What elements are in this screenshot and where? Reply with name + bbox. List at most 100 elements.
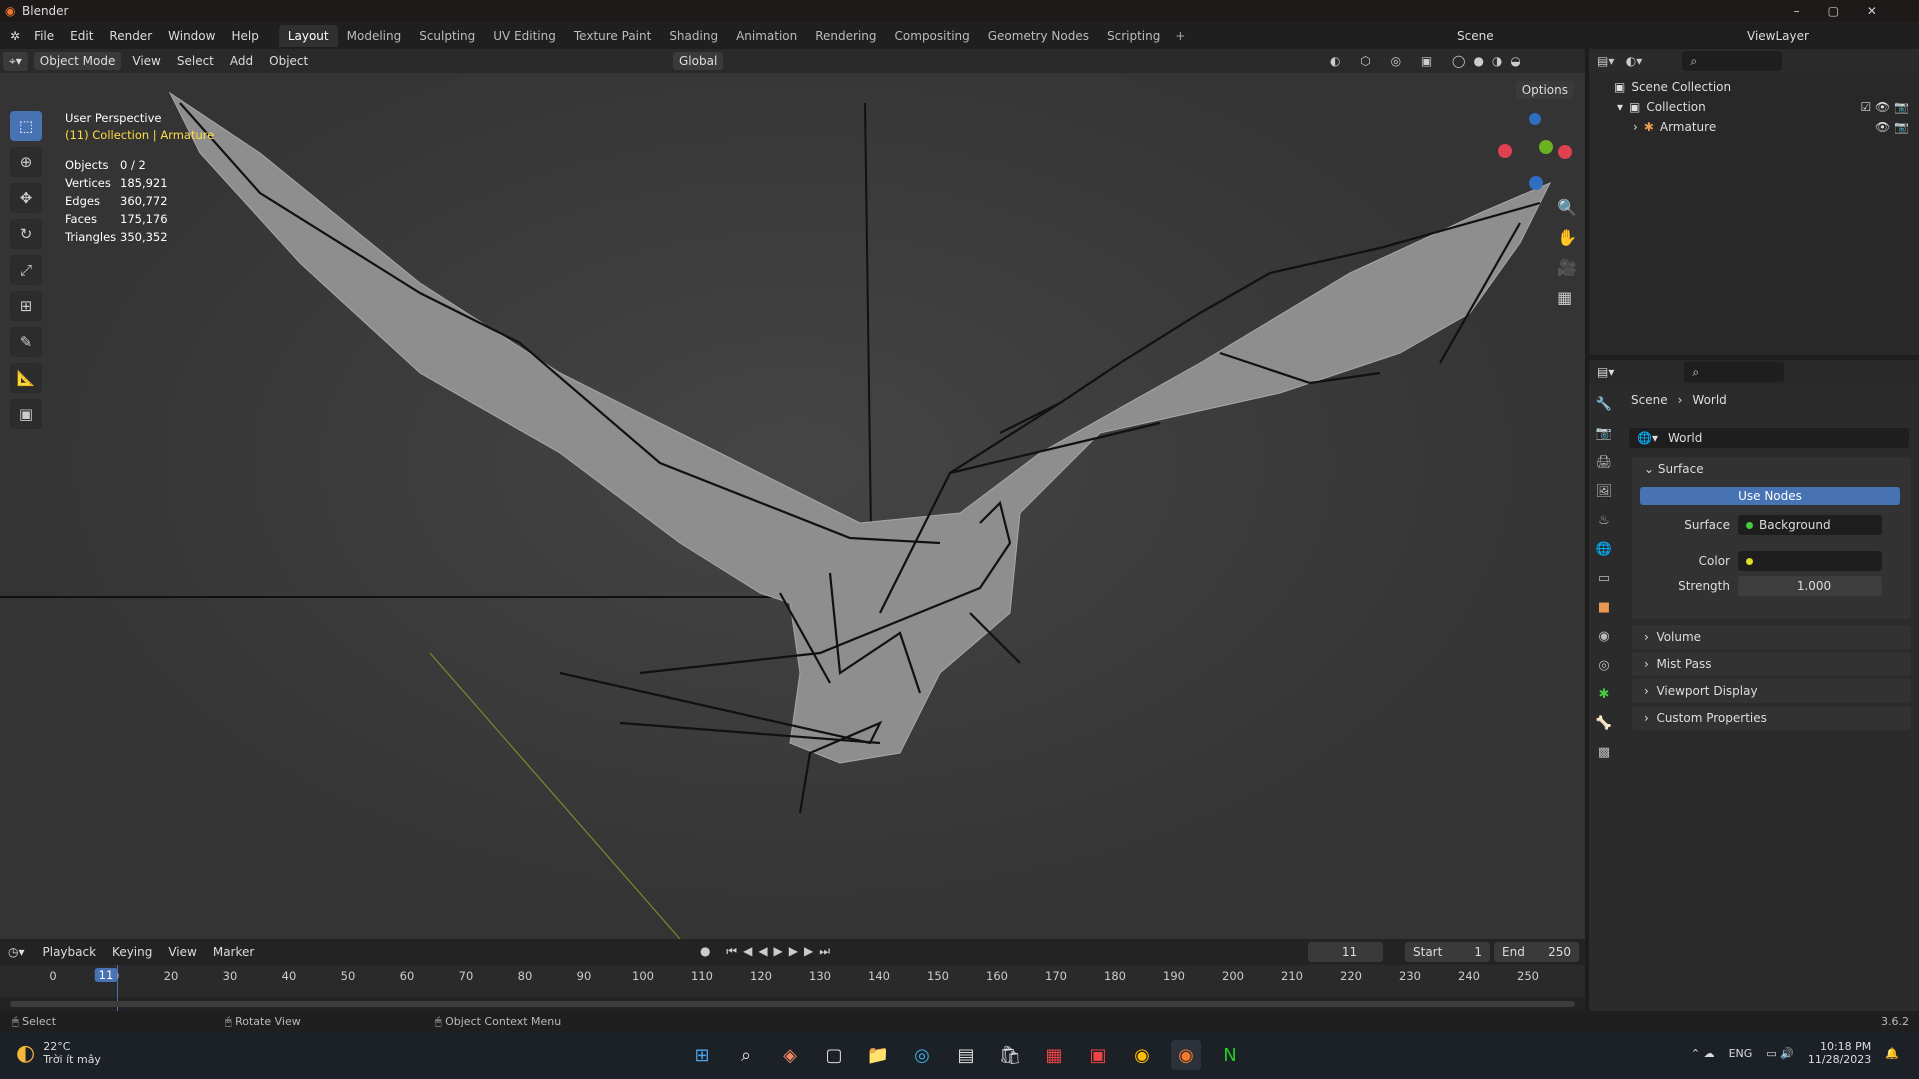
weather-widget[interactable]: ◐ 22°C Trời ít mây — [16, 1040, 101, 1066]
viewport-header: ⌖▾ Object Mode View Select Add Object Globa… — [0, 49, 1585, 73]
app-icon[interactable]: ▤ — [951, 1040, 981, 1070]
timeline-menu-view[interactable]: View — [160, 945, 204, 959]
armature-label: Armature — [1659, 120, 1717, 134]
tab-shading[interactable]: Shading — [660, 25, 727, 47]
start-value: 1 — [1474, 945, 1482, 959]
language[interactable]: ENG — [1729, 1047, 1753, 1060]
tab-sculpting[interactable]: Sculpting — [410, 25, 484, 47]
select-box-tool[interactable]: ⬚ — [10, 111, 42, 141]
strength-field[interactable]: 1.000 — [1738, 576, 1882, 596]
blender-menu-icon[interactable]: ✲ — [0, 29, 26, 43]
add-cube-tool[interactable]: ▣ — [10, 399, 42, 429]
properties-tabs[interactable]: 🔧 📷 🖨 🖼 ♨ 🌐 ▭ ■ ◉ ◎ ✱ 🦴 ▩ — [1589, 390, 1619, 767]
annotate-tool[interactable]: ✎ — [10, 327, 42, 357]
surface-panel-header[interactable]: ⌄ Surface — [1632, 457, 1911, 481]
tab-compositing[interactable]: Compositing — [886, 25, 979, 47]
panel-viewport-display[interactable]: › Viewport Display — [1632, 679, 1911, 703]
edge-icon[interactable]: ◎ — [907, 1040, 937, 1070]
network-volume-icon[interactable]: ▭ 🔊 — [1766, 1047, 1794, 1060]
menu-help[interactable]: Help — [223, 29, 266, 43]
office-icon[interactable]: ▦ — [1039, 1040, 1069, 1070]
menu-window[interactable]: Window — [160, 29, 223, 43]
shading-buttons[interactable]: ◐ ⬡ ◎ ▣ ◯●◑◒ — [1330, 54, 1529, 68]
tab-modeling[interactable]: Modeling — [338, 25, 411, 47]
scene-selector[interactable]: Scene — [1449, 25, 1579, 46]
start-frame-field[interactable]: Start 1 — [1405, 942, 1490, 962]
tab-scripting[interactable]: Scripting — [1098, 25, 1169, 47]
end-frame-field[interactable]: End 250 — [1494, 942, 1579, 962]
color-field[interactable] — [1738, 551, 1882, 571]
outliner-scene-collection[interactable]: ▣ Scene Collection — [1589, 77, 1919, 97]
task-view-icon[interactable]: ▢ — [819, 1040, 849, 1070]
top-menu-bar: ✲ File Edit Render Window Help Layout Modelin… — [0, 22, 1919, 49]
outliner-search[interactable]: ⌕ — [1682, 51, 1783, 71]
current-frame-marker[interactable]: 11 — [94, 968, 118, 982]
outliner-collection[interactable]: ▾ ▣ Collection ☑ 👁 📷 — [1589, 97, 1919, 117]
tab-layout[interactable]: Layout — [278, 24, 338, 47]
frame-tick: 30 — [222, 969, 238, 983]
editor-type-button[interactable]: ⌖▾ — [3, 51, 28, 71]
mode-selector[interactable]: Object Mode — [33, 52, 122, 70]
transform-tool[interactable]: ⊞ — [10, 291, 42, 321]
tab-uv-editing[interactable]: UV Editing — [484, 25, 565, 47]
3d-viewport[interactable]: ⬚ ⊕ ✥ ↻ ⤢ ⊞ ✎ 📐 ▣ User Perspective (11) … — [0, 73, 1585, 939]
temperature: 22°C — [43, 1040, 71, 1053]
n-app-icon[interactable]: N — [1215, 1040, 1245, 1070]
scale-tool[interactable]: ⤢ — [10, 255, 42, 285]
notification-icon[interactable]: 🔔 — [1885, 1047, 1899, 1060]
start-icon[interactable]: ⊞ — [687, 1040, 717, 1070]
stat-label: Objects — [65, 158, 109, 172]
add-workspace-button[interactable]: + — [1169, 29, 1191, 43]
view-layer-selector[interactable]: ViewLayer — [1739, 25, 1879, 46]
orientation-selector[interactable]: Global — [673, 52, 724, 70]
chrome-icon[interactable]: ◉ — [1127, 1040, 1157, 1070]
cursor-tool[interactable]: ⊕ — [10, 147, 42, 177]
viewport-menu-object[interactable]: Object — [261, 54, 316, 68]
playback-controls[interactable]: ● ⏮◀◀▶▶▶⏭ — [700, 944, 836, 959]
timeline-scrollbar[interactable] — [10, 1001, 1575, 1007]
world-name-field[interactable]: 🌐▾ World — [1629, 428, 1909, 448]
widgets-icon[interactable]: ◈ — [775, 1040, 805, 1070]
timeline-menu-playback[interactable]: Playback — [35, 945, 105, 959]
move-tool[interactable]: ✥ — [10, 183, 42, 213]
rotate-tool[interactable]: ↻ — [10, 219, 42, 249]
panel-mist-pass[interactable]: › Mist Pass — [1632, 652, 1911, 676]
tab-texture-paint[interactable]: Texture Paint — [565, 25, 660, 47]
file-explorer-icon[interactable]: 📁 — [863, 1040, 893, 1070]
frame-ruler[interactable]: 0102030405060708090100110120130140150160… — [0, 965, 1585, 1011]
panel-volume[interactable]: › Volume — [1632, 625, 1911, 649]
eagle-mesh — [168, 91, 1552, 764]
stat-value: 175,176 — [120, 212, 168, 226]
current-frame-field[interactable]: 11 — [1308, 942, 1383, 962]
surface-shader-field[interactable]: Background — [1738, 515, 1882, 535]
tray-icons[interactable]: ⌃ ☁ — [1691, 1047, 1715, 1060]
timeline-editor-icon[interactable]: ◷▾ — [8, 945, 25, 959]
frame-tick: 200 — [1222, 969, 1244, 983]
options-button[interactable]: Options — [1515, 81, 1574, 99]
viewport-menu-select[interactable]: Select — [169, 54, 222, 68]
menu-render[interactable]: Render — [101, 29, 160, 43]
menu-edit[interactable]: Edit — [62, 29, 101, 43]
use-nodes-button[interactable]: Use Nodes — [1640, 487, 1900, 505]
tab-geometry-nodes[interactable]: Geometry Nodes — [979, 25, 1098, 47]
clock[interactable]: 10:18 PM 11/28/2023 — [1808, 1040, 1871, 1066]
world-name: World — [1667, 431, 1703, 445]
window-controls[interactable]: –▢✕ — [1794, 4, 1905, 18]
blender-logo-icon: ◉ — [5, 4, 16, 18]
blender-taskbar-icon[interactable]: ◉ — [1171, 1040, 1201, 1070]
viewport-nav-buttons[interactable]: 🔍 ✋ 🎥 ▦ — [1557, 193, 1577, 313]
menu-file[interactable]: File — [26, 29, 62, 43]
viewport-menu-add[interactable]: Add — [222, 54, 261, 68]
panel-custom-properties[interactable]: › Custom Properties — [1632, 706, 1911, 730]
outliner-armature[interactable]: › ✱ Armature 👁 📷 — [1589, 117, 1919, 137]
properties-search[interactable]: ⌕ — [1684, 362, 1785, 382]
tab-rendering[interactable]: Rendering — [806, 25, 885, 47]
search-icon[interactable]: ⌕ — [731, 1040, 761, 1070]
tab-animation[interactable]: Animation — [727, 25, 806, 47]
viewport-menu-view[interactable]: View — [124, 54, 168, 68]
timeline-menu-marker[interactable]: Marker — [205, 945, 262, 959]
timeline-menu-keying[interactable]: Keying — [104, 945, 160, 959]
measure-tool[interactable]: 📐 — [10, 363, 42, 393]
store-icon[interactable]: 🛍 — [995, 1040, 1025, 1070]
app-icon-2[interactable]: ▣ — [1083, 1040, 1113, 1070]
